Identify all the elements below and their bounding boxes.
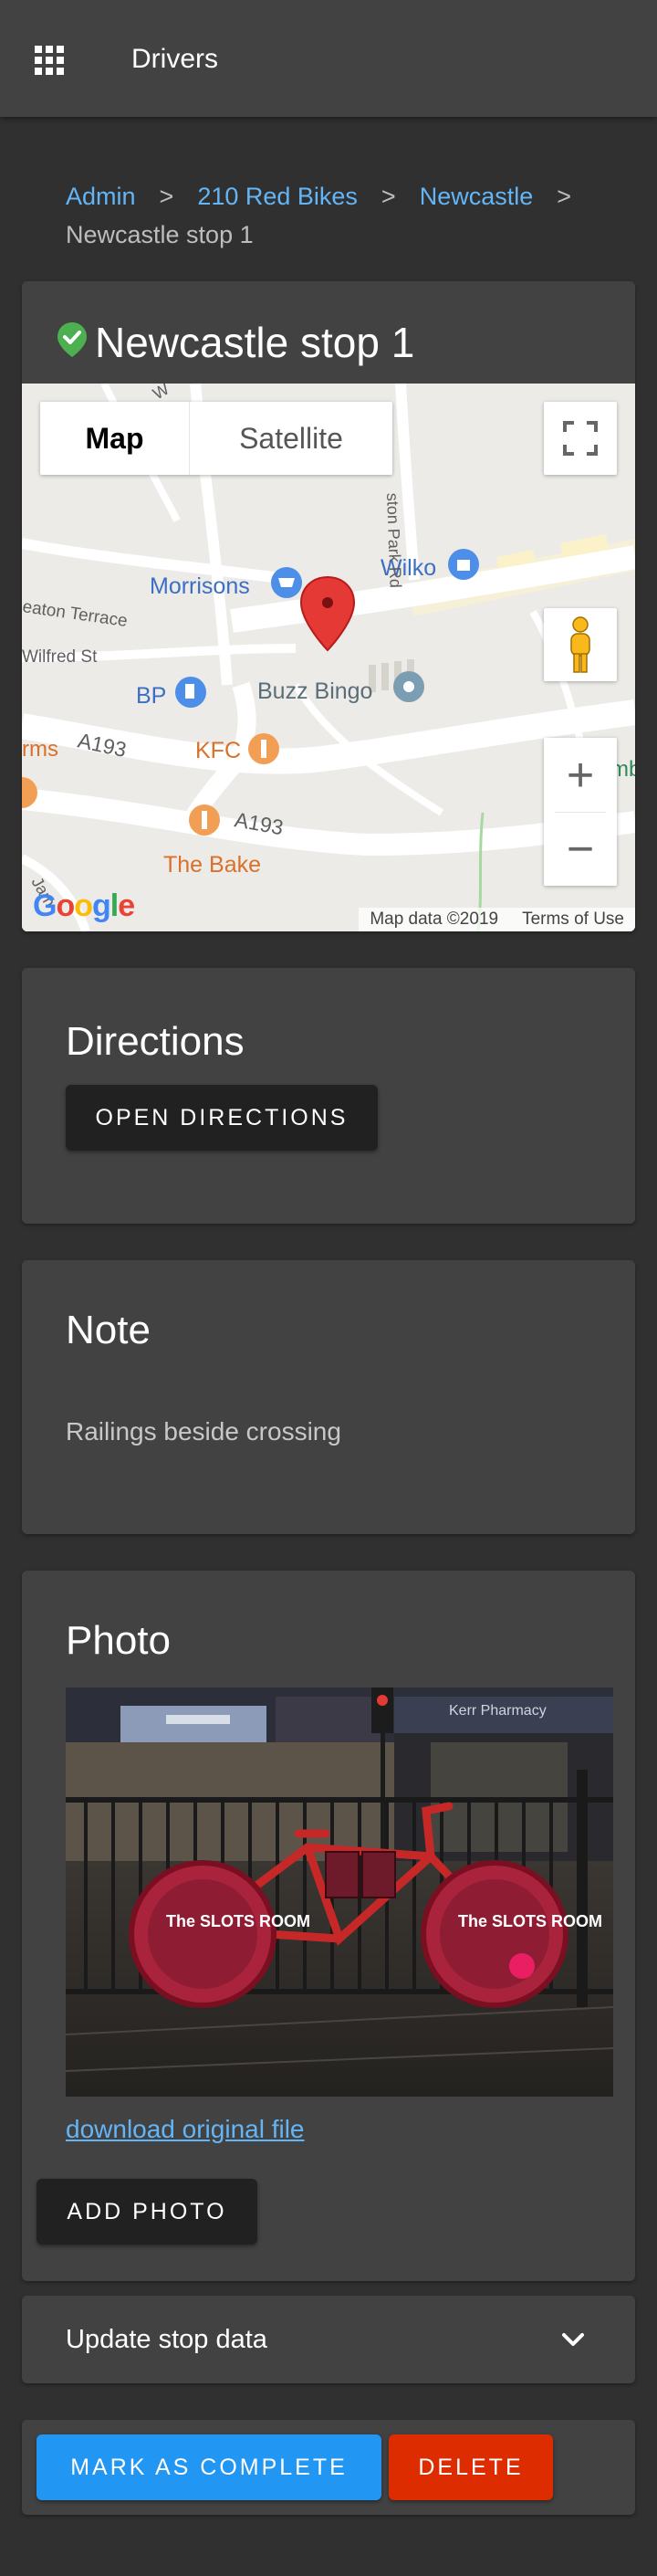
directions-title: Directions: [66, 1019, 245, 1064]
map-label-buzz-bingo: Buzz Bingo: [257, 678, 372, 704]
zoom-in-button[interactable]: +: [544, 739, 617, 812]
map-label-rms: rms: [22, 737, 58, 762]
map-attribution-bar: Map data ©2019 Terms of Use: [359, 908, 635, 931]
map[interactable]: Morrisons Wilko Buzz Bingo BP KFC The Ba…: [22, 384, 635, 931]
photo-sign-left: The SLOTS ROOM: [166, 1912, 310, 1930]
map-attribution: Map data ©2019: [370, 909, 499, 929]
update-stop-data-label: Update stop data: [66, 2325, 267, 2354]
breadcrumb-admin[interactable]: Admin: [66, 183, 136, 210]
google-logo: Google: [33, 888, 135, 923]
breadcrumb-separator: >: [159, 183, 174, 210]
directions-card: Directions OPEN DIRECTIONS: [22, 968, 635, 1224]
fullscreen-button[interactable]: [544, 402, 617, 475]
breadcrumb-separator: >: [381, 183, 396, 210]
actions-card: MARK AS COMPLETE DELETE: [22, 2420, 635, 2515]
map-label-kfc: KFC: [195, 738, 241, 763]
apps-grid-icon[interactable]: [35, 46, 64, 75]
map-label-the-bake: The Bake: [163, 852, 261, 878]
verified-check-icon: [57, 322, 87, 357]
terms-of-use-link[interactable]: Terms of Use: [522, 909, 624, 930]
stop-photo[interactable]: Kerr Pharmacy The SLOTS ROOM The SLOTS R…: [66, 1688, 613, 2097]
note-title: Note: [66, 1308, 151, 1352]
photo-card: Photo Kerr Pharmacy The SLOTS ROOM The S…: [22, 1571, 635, 2281]
breadcrumb: Admin >210 Red Bikes > Newcastle > Newcastle…: [66, 177, 613, 254]
breadcrumb-current: Newcastle stop 1: [66, 221, 254, 248]
add-photo-button[interactable]: ADD PHOTO: [36, 2179, 257, 2245]
pegman-icon: [570, 616, 590, 673]
map-type-map-button[interactable]: Map: [40, 402, 190, 475]
breadcrumb-newcastle[interactable]: Newcastle: [420, 183, 534, 210]
zoom-out-button[interactable]: −: [544, 813, 617, 886]
stop-card: Newcastle stop 1 Morrisons Wilko Buzz Bi…: [22, 281, 635, 931]
breadcrumb-210-red-bikes[interactable]: 210 Red Bikes: [197, 183, 358, 210]
app-bar: Drivers: [0, 0, 657, 117]
download-original-link[interactable]: download original file: [66, 2115, 305, 2144]
zoom-control: + −: [544, 738, 617, 886]
fullscreen-icon: [563, 421, 598, 456]
mark-as-complete-button[interactable]: MARK AS COMPLETE: [36, 2434, 381, 2500]
stop-title: Newcastle stop 1: [95, 319, 415, 366]
map-label-wilfred-st: Wilfred St: [22, 647, 98, 667]
open-directions-button[interactable]: OPEN DIRECTIONS: [66, 1085, 378, 1151]
note-card: Note Railings beside crossing: [22, 1260, 635, 1534]
note-text: Railings beside crossing: [66, 1417, 341, 1446]
map-label-park-rd: ston Park Rd: [383, 492, 405, 588]
street-view-button[interactable]: [544, 608, 617, 681]
chevron-down-icon: [562, 2333, 584, 2346]
map-label-morrisons: Morrisons: [150, 573, 250, 599]
photo-sign-right: The SLOTS ROOM: [458, 1912, 602, 1930]
map-label-bp: BP: [136, 683, 166, 709]
update-stop-data-panel[interactable]: Update stop data: [22, 2296, 635, 2383]
map-type-control: Map Satellite: [40, 402, 392, 475]
photo-title: Photo: [66, 1618, 171, 1663]
map-type-satellite-button[interactable]: Satellite: [190, 402, 392, 475]
breadcrumb-separator: >: [557, 183, 572, 210]
app-title: Drivers: [131, 44, 218, 74]
red-bike-photo: Kerr Pharmacy The SLOTS ROOM The SLOTS R…: [66, 1688, 613, 2097]
delete-button[interactable]: DELETE: [389, 2434, 553, 2500]
photo-store-sign: Kerr Pharmacy: [449, 1703, 547, 1719]
